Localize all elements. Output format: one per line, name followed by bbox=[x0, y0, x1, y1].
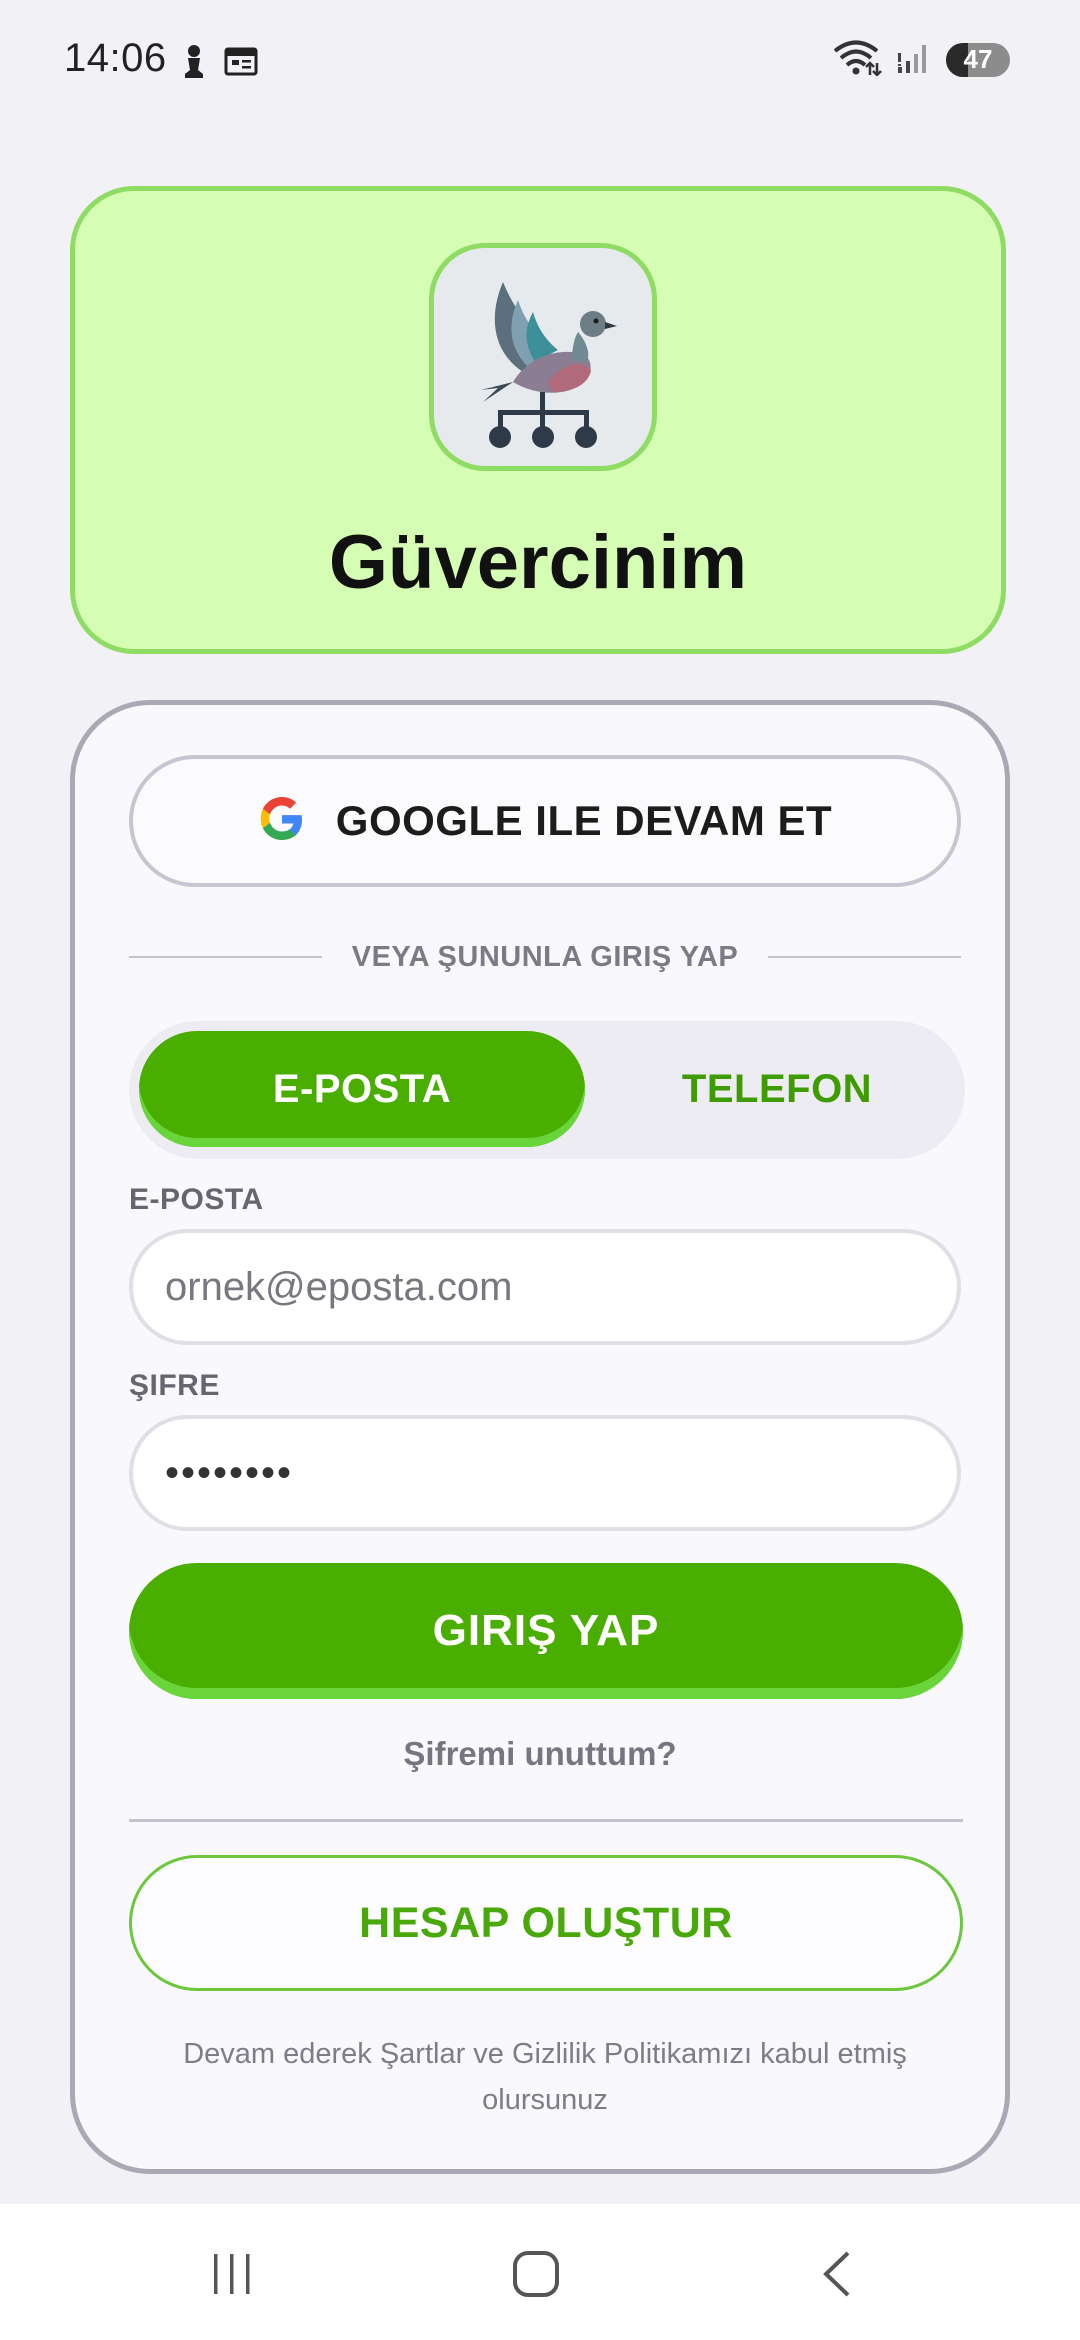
pigeon-network-logo bbox=[481, 282, 617, 448]
tab-phone[interactable]: TELEFON bbox=[599, 1031, 955, 1147]
google-sign-in-button[interactable]: GOOGLE ILE DEVAM ET bbox=[129, 755, 961, 887]
google-icon bbox=[258, 795, 306, 848]
section-divider bbox=[129, 1819, 963, 1822]
wifi-icon bbox=[832, 38, 882, 81]
status-bar: 14:06 47 bbox=[0, 0, 1080, 125]
header-card: Güvercinim bbox=[70, 186, 1006, 654]
person-icon bbox=[182, 44, 206, 83]
battery-level: 47 bbox=[963, 44, 993, 74]
divider-line-right bbox=[768, 956, 961, 958]
forgot-password-link[interactable]: Şifremi unuttum? bbox=[75, 1735, 1005, 1773]
or-divider: VEYA ŞUNUNLA GIRIŞ YAP bbox=[129, 937, 961, 977]
home-icon[interactable] bbox=[506, 2244, 566, 2304]
create-account-button[interactable]: HESAP OLUŞTUR bbox=[129, 1855, 963, 1991]
password-label: ŞIFRE bbox=[129, 1369, 220, 1402]
status-right-icons: 47 bbox=[832, 38, 1010, 81]
login-button[interactable]: GIRIŞ YAP bbox=[129, 1563, 963, 1699]
recent-apps-icon[interactable] bbox=[202, 2244, 262, 2304]
status-time: 14:06 bbox=[64, 36, 167, 80]
tab-email[interactable]: E-POSTA bbox=[139, 1031, 585, 1147]
email-input[interactable] bbox=[129, 1229, 961, 1345]
status-left-icons bbox=[182, 44, 258, 83]
calendar-icon bbox=[224, 46, 258, 81]
navigation-bar bbox=[0, 2204, 1080, 2340]
google-button-label: GOOGLE ILE DEVAM ET bbox=[335, 797, 833, 844]
email-label: E-POSTA bbox=[129, 1183, 264, 1216]
back-icon[interactable] bbox=[808, 2244, 868, 2304]
terms-text: Devam ederek Şartlar ve Gizlilik Politik… bbox=[183, 2038, 907, 2116]
signal-icon bbox=[896, 39, 932, 80]
app-title: Güvercinim bbox=[328, 520, 748, 605]
divider-text: VEYA ŞUNUNLA GIRIŞ YAP bbox=[351, 940, 739, 973]
battery-icon: 47 bbox=[946, 42, 1010, 77]
login-method-tabs: E-POSTA TELEFON bbox=[129, 1021, 965, 1159]
app-logo bbox=[429, 243, 657, 471]
password-input[interactable] bbox=[129, 1415, 961, 1531]
login-card: GOOGLE ILE DEVAM ET VEYA ŞUNUNLA GIRIŞ Y… bbox=[70, 700, 1010, 2174]
divider-line-left bbox=[129, 956, 322, 958]
